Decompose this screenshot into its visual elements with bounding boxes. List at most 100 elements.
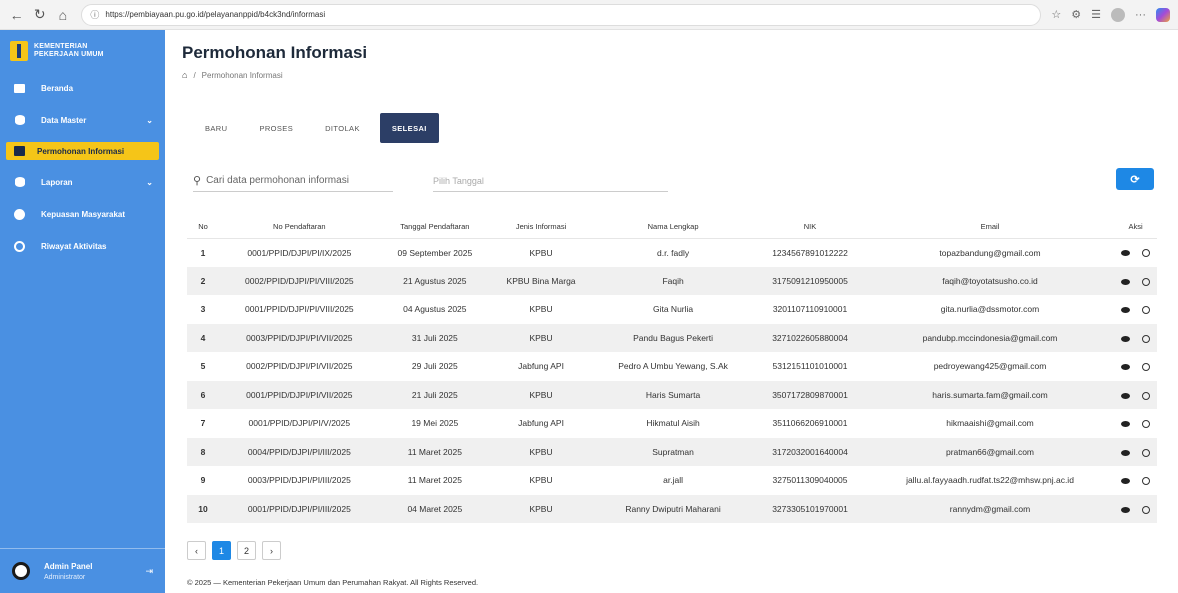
sidebar-item-permohonan-informasi[interactable]: Permohonan Informasi [6, 142, 159, 160]
table-row: 8 0004/PPID/DJPI/PI/III/2025 11 Maret 2025… [187, 437, 1157, 466]
cell-nik: 3271022605880004 [754, 323, 866, 352]
column-header: Jenis Informasi [490, 216, 593, 239]
sidebar-item-laporan[interactable]: Laporan ⌄ [0, 166, 165, 198]
cell-registration-no: 0002/PPID/DJPI/PI/VII/2025 [219, 352, 380, 381]
profile-icon[interactable] [1111, 7, 1125, 22]
refresh-button[interactable]: ⟳ [1116, 168, 1154, 190]
date-picker-input[interactable]: Pilih Tanggal [433, 170, 668, 192]
extensions-icon[interactable]: ⚙ [1071, 8, 1081, 21]
cell-nik: 3511066206910001 [754, 409, 866, 438]
brand[interactable]: KEMENTERIAN PEKERJAAN UMUM [0, 30, 165, 72]
history-icon[interactable] [1142, 306, 1151, 314]
sidebar-item-riwayat-aktivitas[interactable]: Riwayat Aktivitas [0, 230, 165, 262]
cell-registration-date: 31 Juli 2025 [379, 323, 491, 352]
cell-actions [1114, 266, 1157, 295]
cell-registration-date: 04 Agustus 2025 [379, 295, 491, 324]
admin-role: Administrator [44, 573, 86, 581]
history-icon[interactable] [1142, 420, 1151, 428]
column-header: Tanggal Pendaftaran [379, 216, 491, 239]
cell-email: gita.nurlia@dssmotor.com [865, 295, 1115, 324]
view-eye-icon[interactable] [1121, 364, 1131, 370]
table-header-row: No No Pendaftaran Tanggal Pendaftaran Je… [187, 216, 1157, 239]
table-row: 7 0001/PPID/DJPI/PI/V/2025 19 Mei 2025 Jabf… [187, 409, 1157, 438]
tab-ditolak[interactable]: DITOLAK [313, 113, 372, 143]
back-icon[interactable]: ← [8, 6, 25, 24]
cell-registration-date: 09 September 2025 [379, 238, 491, 267]
history-icon[interactable] [1142, 448, 1151, 457]
search-input[interactable]: ⚲ Cari data permohonan informasi [193, 170, 393, 192]
sidebar-item-data-master[interactable]: Data Master ⌄ [0, 104, 165, 136]
next-page-button[interactable]: › [262, 541, 281, 560]
cell-registration-date: 29 Juli 2025 [379, 352, 491, 381]
logout-icon[interactable]: ⇥ [145, 566, 153, 577]
address-bar[interactable]: ⓘ https://pembiayaan.pu.go.id/pelayananp… [81, 3, 1042, 26]
table-row: 5 0002/PPID/DJPI/PI/VII/2025 29 Juli 2025 J… [187, 352, 1157, 381]
column-header: Nama Lengkap [592, 216, 755, 239]
reload-icon[interactable]: ↻ [31, 6, 48, 24]
column-header: NIK [754, 216, 866, 239]
tab-baru[interactable]: BARU [193, 113, 239, 143]
table-row: 6 0001/PPID/DJPI/PI/VII/2025 21 Juli 2025 K… [187, 380, 1157, 409]
home-icon[interactable]: ⌂ [182, 70, 187, 80]
view-eye-icon[interactable] [1121, 478, 1131, 484]
cell-nik: 1234567891012222 [754, 238, 866, 267]
view-eye-icon[interactable] [1121, 421, 1131, 427]
history-icon[interactable] [1142, 334, 1151, 343]
favorites-icon[interactable]: ☰ [1091, 8, 1101, 21]
view-eye-icon[interactable] [1121, 250, 1131, 257]
cell-no: 7 [187, 409, 219, 438]
page-button[interactable]: 2 [237, 541, 256, 560]
star-icon[interactable]: ☆ [1051, 8, 1061, 21]
breadcrumb-separator: / [193, 70, 196, 80]
page-button[interactable]: 1 [212, 541, 231, 560]
search-placeholder: Cari data permohonan informasi [206, 175, 349, 186]
cell-no: 10 [187, 494, 219, 523]
history-icon [14, 240, 25, 252]
column-header: No Pendaftaran [219, 216, 380, 239]
cell-email: rannydm@gmail.com [865, 494, 1115, 523]
cell-nik: 3275011309040005 [754, 466, 866, 495]
history-icon[interactable] [1142, 505, 1151, 514]
home-icon[interactable]: ⌂ [54, 6, 71, 24]
view-eye-icon[interactable] [1121, 506, 1131, 513]
table-row: 3 0001/PPID/DJPI/PI/VIII/2025 04 Agustus 2… [187, 295, 1157, 324]
view-eye-icon[interactable] [1121, 335, 1131, 342]
cell-full-name: Supratman [592, 437, 755, 466]
cell-no: 6 [187, 380, 219, 409]
view-eye-icon[interactable] [1121, 307, 1131, 313]
smile-icon [14, 208, 25, 220]
sidebar: KEMENTERIAN PEKERJAAN UMUM Beranda Data … [0, 30, 165, 593]
cell-email: jallu.al.fayyaadh.rudfat.ts22@mhsw.pnj.a… [865, 466, 1115, 495]
cell-registration-no: 0003/PPID/DJPI/PI/VII/2025 [219, 323, 380, 352]
admin-name: Admin Panel [44, 561, 93, 571]
history-icon[interactable] [1142, 363, 1151, 371]
cell-nik: 3201107110910001 [754, 295, 866, 324]
cell-nik: 3507172809870001 [754, 380, 866, 409]
copilot-icon[interactable] [1156, 7, 1170, 22]
cell-registration-no: 0003/PPID/DJPI/PI/III/2025 [219, 466, 380, 495]
site-info-icon[interactable]: ⓘ [90, 8, 99, 21]
cell-email: topazbandung@gmail.com [865, 238, 1115, 267]
tab-proses[interactable]: PROSES [247, 113, 305, 143]
history-icon[interactable] [1142, 249, 1151, 258]
tab-selesai[interactable]: SELESAI [379, 113, 439, 143]
more-icon[interactable]: ··· [1135, 9, 1146, 21]
cell-registration-date: 21 Juli 2025 [379, 380, 491, 409]
page-title: Permohonan Informasi [182, 43, 368, 62]
sidebar-item-kepuasan-masyarakat[interactable]: Kepuasan Masyarakat [0, 198, 165, 230]
history-icon[interactable] [1142, 391, 1151, 400]
view-eye-icon[interactable] [1121, 392, 1131, 399]
history-icon[interactable] [1142, 277, 1151, 286]
url-text: https://pembiayaan.pu.go.id/pelayananppi… [105, 10, 326, 19]
view-eye-icon[interactable] [1121, 449, 1131, 456]
sidebar-item-beranda[interactable]: Beranda [0, 72, 165, 104]
prev-page-button[interactable]: ‹ [187, 541, 206, 560]
cell-email: pratman66@gmail.com [865, 437, 1115, 466]
cell-email: hikmaaishi@gmail.com [865, 409, 1115, 438]
cell-registration-no: 0001/PPID/DJPI/PI/IX/2025 [219, 238, 380, 267]
breadcrumb: ⌂ / Permohonan Informasi [182, 70, 283, 80]
cell-nik: 3273305101970001 [754, 494, 866, 523]
cell-email: haris.sumarta.fam@gmail.com [865, 380, 1115, 409]
view-eye-icon[interactable] [1121, 278, 1131, 285]
history-icon[interactable] [1142, 477, 1151, 485]
